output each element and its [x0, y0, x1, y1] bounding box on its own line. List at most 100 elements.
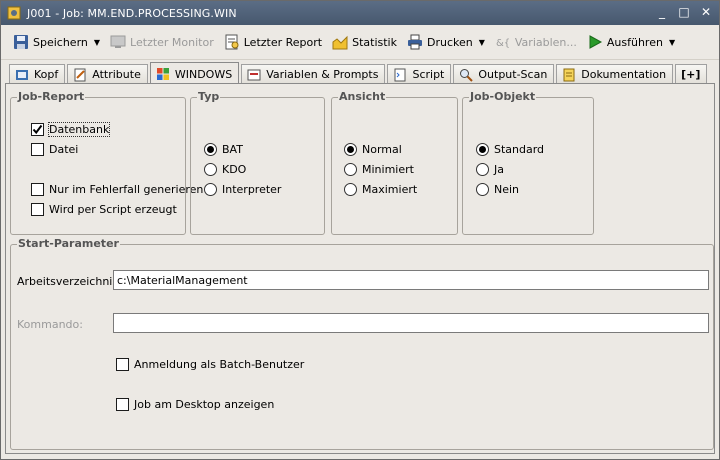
checkbox-box[interactable]	[31, 123, 44, 136]
radio-button[interactable]	[476, 183, 489, 196]
tab-dokumentation[interactable]: Dokumentation	[556, 64, 674, 84]
last-monitor-button[interactable]: Letzter Monitor	[106, 30, 218, 54]
radio-button[interactable]	[344, 183, 357, 196]
nur-fehlerfall-checkbox[interactable]: Nur im Fehlerfall generieren	[31, 183, 203, 196]
last-monitor-label: Letzter Monitor	[130, 35, 214, 49]
header-icon	[15, 68, 29, 82]
job-report-group: Job-Report Datenbank Datei Nur im Fehler…	[10, 90, 203, 235]
job-report-title: Job-Report	[17, 90, 86, 103]
radio-label: BAT	[222, 143, 243, 156]
run-label: Ausführen	[606, 35, 663, 49]
checkbox-box[interactable]	[31, 183, 44, 196]
tab-output-scan[interactable]: Output-Scan	[453, 64, 555, 84]
job-objekt-nein-radio[interactable]: Nein	[476, 183, 519, 196]
radio-label: KDO	[222, 163, 247, 176]
print-label: Drucken	[427, 35, 473, 49]
tab-label: WINDOWS	[174, 67, 233, 81]
ansicht-normal-radio[interactable]: Normal	[344, 143, 402, 156]
tab-label: Attribute	[92, 68, 141, 81]
typ-bat-radio[interactable]: BAT	[204, 143, 243, 156]
save-button[interactable]: Speichern ▼	[9, 30, 104, 54]
variables-label: Variablen...	[514, 35, 577, 49]
checkbox-box[interactable]	[116, 398, 129, 411]
tab-variablen-prompts[interactable]: Variablen & Prompts	[241, 64, 386, 84]
ansicht-minimiert-radio[interactable]: Minimiert	[344, 163, 414, 176]
checkbox-box[interactable]	[116, 358, 129, 371]
start-parameter-group: Start-Parameter Arbeitsverzeichnis: c:\M…	[10, 237, 714, 450]
svg-text:&{}: &{}	[496, 38, 511, 49]
radio-button[interactable]	[204, 183, 217, 196]
checkbox-box[interactable]	[31, 203, 44, 216]
typ-interpreter-radio[interactable]: Interpreter	[204, 183, 281, 196]
checkbox-label: Datenbank	[47, 122, 111, 137]
job-objekt-standard-radio[interactable]: Standard	[476, 143, 544, 156]
tab-windows[interactable]: WINDOWS	[149, 62, 240, 85]
save-label: Speichern	[33, 35, 88, 49]
arbeitsverzeichnis-input[interactable]: c:\MaterialManagement	[113, 270, 709, 290]
statistics-button[interactable]: Statistik	[328, 30, 401, 54]
variables-icon: &{}	[495, 34, 511, 50]
radio-label: Nein	[494, 183, 520, 196]
title-bar[interactable]: J001 - Job: MM.END.PROCESSING.WIN _ □ ✕	[1, 1, 719, 25]
radio-button[interactable]	[476, 163, 489, 176]
job-objekt-ja-radio[interactable]: Ja	[476, 163, 504, 176]
radio-button[interactable]	[204, 143, 217, 156]
add-tab-label: [+]	[681, 68, 701, 81]
desktop-anzeigen-checkbox[interactable]: Job am Desktop anzeigen	[116, 398, 274, 411]
tab-attribute[interactable]: Attribute	[67, 64, 148, 84]
checkbox-label: Anmeldung als Batch-Benutzer	[134, 358, 305, 371]
checkbox-label: Nur im Fehlerfall generieren	[49, 183, 204, 196]
batch-benutzer-checkbox[interactable]: Anmeldung als Batch-Benutzer	[116, 358, 304, 371]
tab-label: Script	[412, 68, 445, 81]
job-objekt-group: Job-Objekt Standard Ja Nein	[462, 90, 594, 235]
tab-script[interactable]: Script	[387, 64, 452, 84]
close-button[interactable]: ✕	[699, 5, 713, 19]
tab-label: Output-Scan	[478, 68, 548, 81]
radio-label: Minimiert	[362, 163, 414, 176]
windows-tab-panel: Job-Report Datenbank Datei Nur im Fehler…	[5, 84, 715, 454]
typ-group: Typ BAT KDO Interpreter	[190, 90, 325, 235]
save-icon	[13, 34, 29, 50]
radio-selected-dot	[347, 146, 354, 153]
variables-button[interactable]: &{} Variablen...	[491, 30, 581, 54]
last-report-label: Letzter Report	[243, 35, 323, 49]
radio-button[interactable]	[204, 163, 217, 176]
tab-label: Variablen & Prompts	[266, 68, 379, 81]
datei-checkbox[interactable]: Datei	[31, 143, 78, 156]
maximize-button[interactable]: □	[677, 5, 691, 19]
radio-label: Normal	[362, 143, 402, 156]
chevron-down-icon[interactable]: ▼	[479, 38, 485, 47]
job-editor-window: J001 - Job: MM.END.PROCESSING.WIN _ □ ✕ …	[0, 0, 720, 460]
tab-kopf[interactable]: Kopf	[9, 64, 66, 84]
chevron-down-icon[interactable]: ▼	[669, 38, 675, 47]
ansicht-group: Ansicht Normal Minimiert Maximiert	[331, 90, 458, 235]
kommando-label: Kommando:	[17, 318, 83, 331]
radio-selected-dot	[479, 146, 486, 153]
job-objekt-title: Job-Objekt	[469, 90, 537, 103]
tab-label: Kopf	[34, 68, 59, 81]
radio-label: Standard	[494, 143, 545, 156]
kommando-input[interactable]	[113, 313, 709, 333]
statistics-label: Statistik	[352, 35, 397, 49]
chevron-down-icon[interactable]: ▼	[94, 38, 100, 47]
radio-button[interactable]	[344, 143, 357, 156]
output-scan-icon	[459, 68, 474, 82]
tab-add[interactable]: [+]	[675, 64, 708, 84]
toolbar: Speichern ▼ Letzter Monitor Letzter Repo…	[1, 25, 719, 60]
run-button[interactable]: Ausführen ▼	[583, 30, 679, 54]
typ-kdo-radio[interactable]: KDO	[204, 163, 246, 176]
monitor-icon	[110, 34, 126, 50]
statistics-icon	[332, 34, 348, 50]
checkbox-box[interactable]	[31, 143, 44, 156]
minimize-button[interactable]: _	[655, 5, 669, 19]
radio-button[interactable]	[476, 143, 489, 156]
attributes-icon	[73, 68, 87, 82]
radio-button[interactable]	[344, 163, 357, 176]
print-button[interactable]: Drucken ▼	[403, 30, 489, 54]
checkbox-label: Wird per Script erzeugt	[49, 203, 177, 216]
ansicht-maximiert-radio[interactable]: Maximiert	[344, 183, 417, 196]
per-script-checkbox[interactable]: Wird per Script erzeugt	[31, 203, 177, 216]
last-report-button[interactable]: Letzter Report	[220, 30, 326, 54]
datenbank-checkbox[interactable]: Datenbank	[31, 122, 111, 137]
radio-selected-dot	[207, 146, 214, 153]
